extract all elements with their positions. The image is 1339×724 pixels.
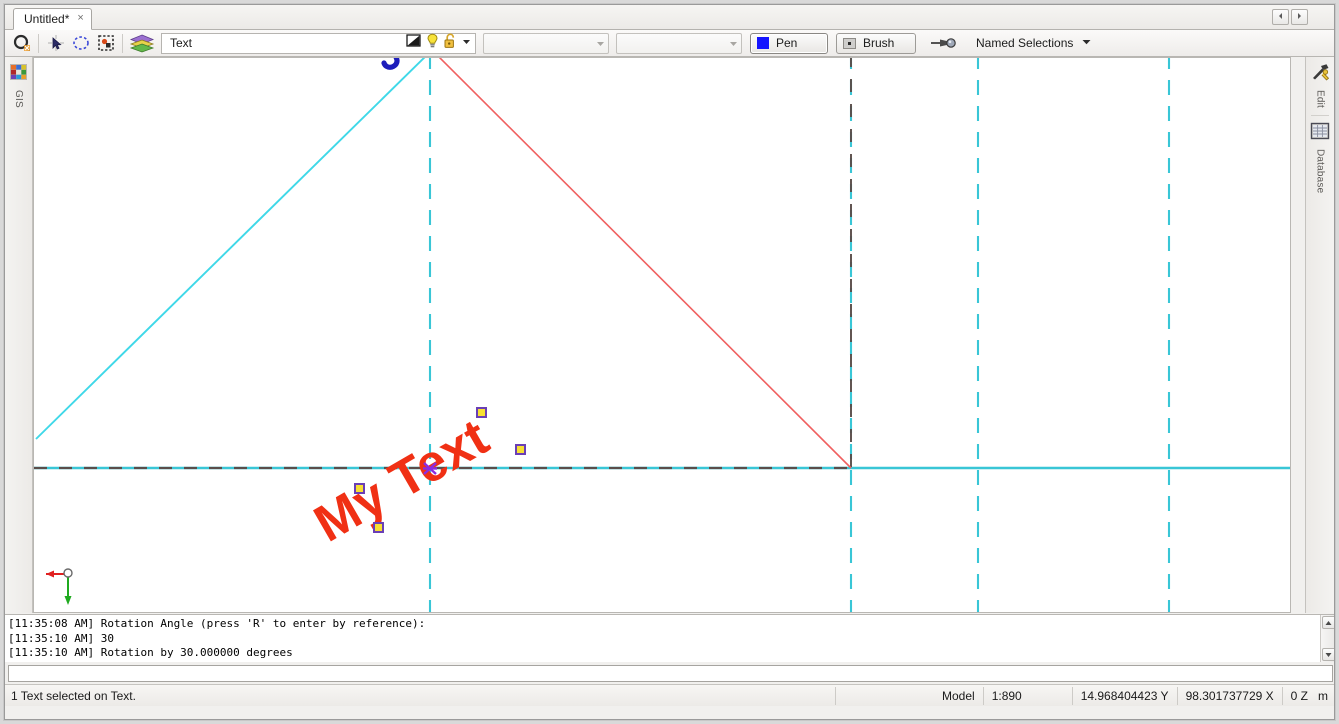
application-window: Untitled* × Text Pen Brush Named Selecti… [0,0,1339,724]
brush-label: Brush [863,36,895,50]
command-log-scrollbar[interactable] [1320,615,1334,662]
named-selections-label: Named Selections [976,36,1074,50]
lineweight-combo[interactable] [616,32,742,54]
select-object-icon[interactable] [9,32,34,55]
status-bar: 1 Text selected on Text. Model 1:890 14.… [5,684,1334,706]
layers-icon[interactable] [127,32,157,55]
scroll-down-button[interactable] [1321,648,1334,661]
sidebar-item-database[interactable]: Database [1306,116,1334,193]
status-coordinate-x: 98.301737729 X [1185,688,1274,703]
close-icon[interactable]: × [77,13,83,25]
log-line: [11:35:10 AM] 30 [8,631,114,645]
sidebar-item-gis[interactable]: GIS [5,57,32,108]
linetype-combo[interactable] [483,32,609,54]
canvas-content: My Text [34,58,1290,612]
brush-pattern-swatch [843,37,856,49]
main-window: Untitled* × Text Pen Brush Named Selecti… [4,4,1335,720]
selection-handle [515,444,526,455]
active-layer-field[interactable]: Text [161,32,476,54]
sidebar-item-gis-label: GIS [13,90,24,108]
canvas-geometry: My Text [34,58,1290,612]
named-selections-dropdown[interactable]: Named Selections [976,36,1092,50]
scroll-up-button[interactable] [1321,616,1334,629]
status-units: m [1318,688,1328,703]
construction-line-horizontal [34,466,1290,470]
command-log-text: [11:35:08 AM] Rotation Angle (press 'R' … [5,615,1320,662]
command-log-panel: [11:35:08 AM] Rotation Angle (press 'R' … [5,614,1334,662]
tab-prev-button[interactable] [1272,9,1289,25]
chevron-left-icon [1279,13,1282,19]
status-coordinate-y: 14.968404423 Y [1080,688,1169,703]
main-toolbar: Text Pen Brush Named Selections [5,30,1334,57]
pen-color-swatch [757,37,769,49]
chevron-down-icon [593,34,608,53]
pen-label: Pen [776,36,798,50]
tab-next-button[interactable] [1291,9,1308,25]
layer-property-icons [406,32,472,54]
gis-grid-icon [9,63,28,86]
coordinate-axis-indicator [46,568,73,605]
status-divider [835,686,836,705]
fill-style-icon[interactable] [406,33,421,53]
match-properties-icon[interactable] [926,32,960,55]
right-dock-panel: Edit Database [1305,57,1334,613]
chevron-down-icon [726,34,741,53]
document-tab-label: Untitled* [24,12,70,26]
log-line: [11:35:10 AM] Rotation by 30.000000 degr… [8,646,293,659]
blue-glyph-partial [381,58,400,70]
command-input-field[interactable] [9,668,1332,683]
lasso-select-icon[interactable] [68,32,93,55]
brush-button[interactable]: Brush [836,32,916,54]
sidebar-item-edit-label: Edit [1314,90,1326,109]
database-grid-icon [1310,122,1330,145]
construction-lines-vertical [428,58,1171,612]
chevron-down-icon [1081,36,1092,50]
red-diagonal-line [438,58,852,469]
status-mode[interactable]: Model [934,686,983,706]
chevron-right-icon [1298,13,1301,19]
text-object-my-text: My Text [305,408,498,553]
pointer-select-icon[interactable] [43,32,68,55]
drawing-canvas[interactable]: My Text [33,57,1291,613]
hammer-wrench-icon [1310,63,1330,86]
text-object-content: My Text [305,408,498,553]
sidebar-item-database-label: Database [1314,149,1326,194]
lightbulb-icon[interactable] [426,33,439,54]
status-scale[interactable]: 1:890 [984,686,1072,706]
status-coordinate-z: 0 Z [1290,688,1308,703]
left-dock-panel: GIS [5,57,33,613]
toolbar-separator-1 [38,33,39,53]
cyan-diagonal-line [35,58,426,440]
status-selection-message: 1 Text selected on Text. [11,688,136,703]
unlock-icon[interactable] [444,32,456,54]
document-tab-bar: Untitled* × [5,5,1334,30]
command-input[interactable] [8,665,1333,683]
sidebar-item-edit[interactable]: Edit [1306,57,1334,108]
pen-button[interactable]: Pen [750,32,828,54]
selection-handle [354,483,365,494]
log-line: [11:35:08 AM] Rotation Angle (press 'R' … [8,617,426,630]
selection-handle [476,407,487,418]
chevron-down-icon[interactable] [461,34,472,52]
document-tab-untitled[interactable]: Untitled* × [13,8,92,30]
toolbar-separator-2 [122,33,123,53]
selection-handle [373,522,384,533]
active-layer-name: Text [170,36,193,50]
tab-navigation [1272,9,1308,25]
marquee-select-icon[interactable] [93,32,118,55]
